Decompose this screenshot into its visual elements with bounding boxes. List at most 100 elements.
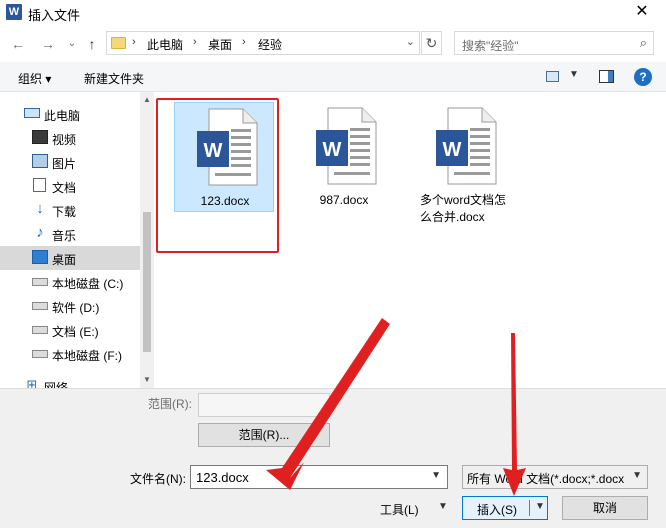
navigation-pane: 此电脑 视频 图片 文档 ↓ 下载 ♪ 音乐 桌面 本地磁盘 (C:) 软件 (… (0, 92, 154, 388)
sidebar-item-drive-d[interactable]: 软件 (D:) (0, 294, 140, 318)
drive-icon (32, 278, 48, 286)
tools-dropdown-icon[interactable]: ▼ (438, 501, 448, 512)
chevron-down-icon[interactable]: ▼ (431, 470, 441, 481)
file-item-123-docx[interactable]: W 123.docx (174, 102, 274, 212)
organize-button[interactable]: 组织 ▾ (18, 70, 51, 87)
documents-icon (33, 178, 46, 192)
computer-icon (24, 108, 40, 118)
video-icon (32, 130, 48, 144)
sidebar-item-label: 此电脑 (44, 109, 81, 123)
recent-locations-icon[interactable]: ⌄ (62, 34, 82, 54)
svg-text:W: W (204, 140, 223, 162)
network-icon: ⊞ (26, 377, 38, 389)
insert-label: 插入(S) (477, 503, 517, 517)
filter-value: 所有 Word 文档(*.docx;*.docx (467, 472, 625, 486)
sidebar-item-this-pc[interactable]: 此电脑 (0, 102, 140, 126)
sidebar-item-music[interactable]: ♪ 音乐 (0, 222, 140, 246)
sidebar-item-desktop[interactable]: 桌面 (0, 246, 140, 270)
range-button[interactable]: 范围(R)... (198, 423, 330, 447)
help-button[interactable]: ? (634, 68, 652, 86)
sidebar-item-pictures[interactable]: 图片 (0, 150, 140, 174)
address-bar[interactable]: › 此电脑 › 桌面 › 经验 ⌄ (106, 31, 420, 55)
sidebar-item-label: 桌面 (52, 253, 77, 267)
insert-button[interactable]: 插入(S) ▼ (462, 496, 548, 520)
sidebar-item-label: 图片 (52, 157, 77, 171)
chevron-down-icon[interactable]: ▼ (629, 470, 642, 481)
filename-label: 文件名(N): (130, 472, 186, 486)
svg-text:W: W (443, 139, 462, 161)
svg-text:W: W (323, 139, 342, 161)
toolbar: 组织 ▾ 新建文件夹 ▼ ? (0, 62, 666, 92)
title-bar: W 插入文件 ✕ (0, 0, 666, 26)
pictures-icon (32, 154, 48, 168)
cancel-button[interactable]: 取消 (562, 496, 648, 520)
sidebar-item-videos[interactable]: 视频 (0, 126, 140, 150)
window-title: 插入文件 (28, 8, 81, 23)
word-document-icon: W (436, 107, 497, 185)
sidebar-item-label: 网络 (44, 381, 69, 388)
split-divider (529, 500, 530, 516)
forward-arrow-icon[interactable]: → (38, 34, 58, 54)
scroll-up-icon[interactable]: ▲ (143, 95, 151, 104)
sidebar-item-label: 本地磁盘 (C:) (52, 277, 124, 291)
sidebar-item-drive-f[interactable]: 本地磁盘 (F:) (0, 342, 140, 366)
up-arrow-icon[interactable]: ↑ (82, 34, 102, 54)
breadcrumb-desktop[interactable]: 桌面 (208, 36, 232, 53)
word-document-icon: W (197, 108, 258, 186)
download-icon: ↓ (36, 200, 44, 217)
breadcrumb-separator: › (193, 36, 197, 48)
drive-icon (32, 326, 48, 334)
sidebar-item-network[interactable]: ⊞ 网络 (0, 374, 140, 389)
drive-icon (32, 302, 48, 310)
chevron-down-icon[interactable]: ⌄ (406, 35, 415, 48)
file-type-filter[interactable]: 所有 Word 文档(*.docx;*.docx ▼ (462, 465, 648, 489)
breadcrumb-this-pc[interactable]: 此电脑 (147, 36, 183, 53)
search-input[interactable]: 搜索"经验" ⌕ (454, 31, 654, 55)
folder-icon (111, 37, 126, 49)
file-name: 多个word文档怎么合并.docx (420, 193, 507, 224)
close-icon[interactable]: ✕ (632, 2, 652, 22)
range-label: 范围(R): (148, 397, 192, 411)
range-input (198, 393, 330, 417)
sidebar-item-documents[interactable]: 文档 (0, 174, 140, 198)
file-name: 987.docx (319, 193, 369, 207)
sidebar-item-downloads[interactable]: ↓ 下载 (0, 198, 140, 222)
search-placeholder: 搜索"经验" (462, 39, 519, 53)
new-folder-button[interactable]: 新建文件夹 (84, 70, 144, 87)
file-list: W 123.docx W 987.docx W 多个word文档怎么合并.doc… (156, 92, 666, 388)
breadcrumb-jingyan[interactable]: 经验 (258, 36, 282, 53)
file-item-987-docx[interactable]: W 987.docx (294, 102, 394, 212)
word-document-icon: W (316, 107, 377, 185)
sidebar-item-label: 下载 (52, 205, 77, 219)
preview-pane-icon[interactable] (599, 70, 614, 83)
breadcrumb-separator: › (242, 36, 246, 48)
scrollbar-thumb[interactable] (143, 212, 151, 352)
sidebar-item-label: 本地磁盘 (F:) (52, 349, 122, 363)
insert-dropdown-icon[interactable]: ▼ (535, 501, 545, 512)
sidebar-item-label: 软件 (D:) (52, 301, 100, 315)
sidebar-item-label: 文档 (52, 181, 77, 195)
search-icon: ⌕ (639, 35, 647, 50)
sidebar-item-drive-e[interactable]: 文档 (E:) (0, 318, 140, 342)
sidebar-scrollbar[interactable]: ▲ ▼ (140, 92, 154, 388)
word-app-icon: W (6, 4, 22, 20)
file-item-merge-docx[interactable]: W 多个word文档怎么合并.docx (414, 102, 514, 224)
change-view-icon[interactable] (546, 71, 559, 82)
breadcrumb-separator: › (132, 36, 136, 48)
sidebar-item-label: 视频 (52, 133, 77, 147)
file-name: 123.docx (200, 194, 250, 208)
sidebar-item-label: 文档 (E:) (52, 325, 99, 339)
sidebar-item-drive-c[interactable]: 本地磁盘 (C:) (0, 270, 140, 294)
tools-button[interactable]: 工具(L) (380, 501, 419, 518)
drive-icon (32, 350, 48, 358)
filename-input[interactable]: 123.docx ▼ (190, 465, 448, 489)
refresh-icon[interactable]: ↻ (421, 31, 442, 55)
music-icon: ♪ (36, 224, 44, 241)
dialog-footer: 范围(R): 范围(R)... 文件名(N): 123.docx ▼ 所有 Wo… (0, 388, 666, 528)
back-arrow-icon[interactable]: ← (8, 34, 28, 54)
scroll-down-icon[interactable]: ▼ (143, 375, 151, 384)
sidebar-item-label: 音乐 (52, 229, 77, 243)
desktop-icon (32, 250, 48, 264)
view-dropdown-icon[interactable]: ▼ (569, 69, 579, 80)
filename-value: 123.docx (196, 470, 249, 485)
